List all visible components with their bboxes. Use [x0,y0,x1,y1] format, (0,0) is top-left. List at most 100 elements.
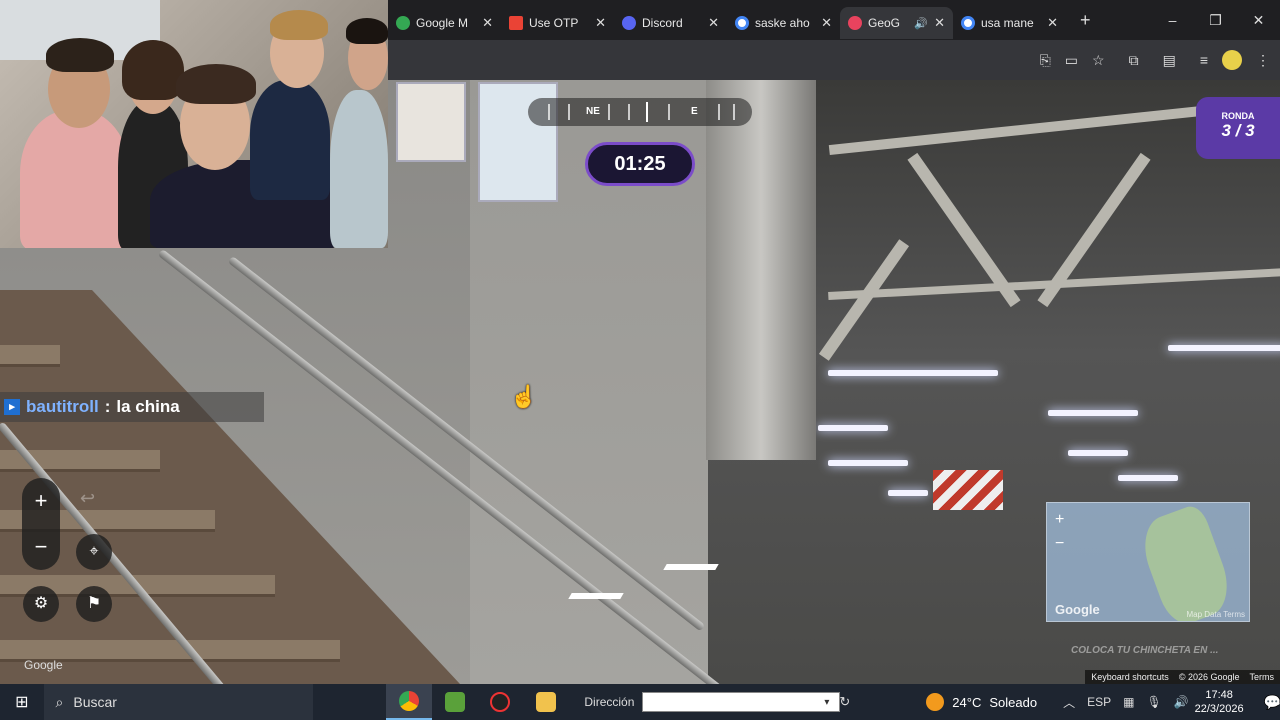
hand-cursor-icon: ☝ [510,384,538,409]
settings-gear-icon[interactable]: ⚙ [23,586,59,622]
zoom-in-button[interactable]: + [22,478,60,524]
undo-move-button[interactable]: ↩ [80,488,95,509]
media-controls-icon[interactable]: ≡ [1200,52,1208,68]
refresh-icon[interactable]: ↻ [839,694,850,710]
weather-condition: Soleado [989,694,1038,710]
taskbar-search[interactable]: ⌕ Buscar [43,684,313,720]
minimize-button[interactable]: – [1151,0,1194,40]
maximize-button[interactable]: ❐ [1194,0,1237,40]
webcam-overlay [0,0,388,248]
file-explorer-icon[interactable] [523,684,569,720]
close-icon[interactable]: ✕ [482,15,493,31]
close-icon[interactable]: ✕ [821,15,832,31]
twitch-badge-icon: ▸ [4,399,20,415]
tab-title: Discord [642,16,683,30]
round-indicator: RONDA 3 / 3 [1196,97,1280,159]
address-label: Dirección [584,695,635,709]
round-timer: 01:25 [585,142,695,186]
windows-taskbar: ⊞ ⌕ Buscar Dirección ▾ ↻ 24°C Soleado ︿ … [0,684,1280,720]
map-attribution: Keyboard shortcuts © 2026 Google Terms [1085,670,1280,684]
tab-google-maps[interactable]: Google M ✕ [388,7,501,39]
google-icon [961,16,975,30]
system-tray: ︿ ESP ▦ 🎙 🔊 [1063,694,1189,711]
tab-title: GeoG [868,16,901,30]
tab-geoguessr[interactable]: GeoG 🔊 ✕ [840,7,953,39]
tab-title: Use OTP [529,16,579,30]
compass: NE E [528,98,752,126]
tab-title: saske aho [755,16,810,30]
close-icon[interactable]: ✕ [595,15,606,31]
weather-widget[interactable]: 24°C Soleado [926,693,1037,711]
weather-temp: 24°C [952,694,982,710]
chevron-up-icon[interactable]: ︿ [1063,694,1075,711]
window-controls: – ❐ ✕ [1151,0,1280,40]
terms-link[interactable]: Terms [1250,672,1275,682]
minimap-google-logo: Google [1055,602,1100,617]
tab-google-search-2[interactable]: usa mane ✕ [953,7,1066,39]
tab-discord[interactable]: Discord ✕ [614,7,727,39]
sun-icon [926,693,945,711]
window-frame [706,80,816,460]
chrome-taskbar-icon[interactable] [386,684,432,720]
cast-icon[interactable]: ▭ [1065,52,1078,69]
minecraft-taskbar-icon[interactable] [432,684,478,720]
tab-title: Google M [416,16,469,30]
minimap-zoom-out[interactable]: − [1055,535,1064,553]
round-value: 3 / 3 [1221,121,1255,140]
search-icon: ⌕ [55,693,64,710]
clock[interactable]: 17:48 22/3/2026 [1195,688,1244,716]
gmail-icon [509,16,523,30]
maps-icon [396,16,410,30]
chat-separator: : [104,397,111,416]
language-indicator[interactable]: ESP [1087,695,1111,709]
minimap-zoom-in[interactable]: + [1055,511,1064,529]
new-tab-button[interactable]: + [1066,10,1105,31]
chat-username: bautitroll [26,397,99,416]
browser-toolbar: ⎘ ▭ ☆ ⧉ ▤ ≡ ⋮ [388,40,1280,80]
close-icon[interactable]: ✕ [1047,15,1058,31]
copyright-text: © 2026 Google [1178,672,1240,682]
tab-title: usa mane [981,16,1034,30]
google-icon [735,16,749,30]
compass-label-ne: NE [586,106,600,117]
tab-google-search-1[interactable]: saske aho ✕ [727,7,840,39]
keyboard-shortcuts-link[interactable]: Keyboard shortcuts [1091,672,1169,682]
guess-minimap[interactable]: + − Google Map Data Terms [1046,502,1250,622]
app-taskbar-icon[interactable] [477,684,523,720]
network-icon[interactable]: ▦ [1123,695,1134,709]
menu-icon[interactable]: ⋮ [1256,52,1270,69]
flag-icon[interactable]: ⚑ [76,586,112,622]
return-to-start-icon[interactable]: ⌖ [76,534,112,570]
clock-time: 17:48 [1205,689,1233,701]
tab-gmail[interactable]: Use OTP ✕ [501,7,614,39]
speaker-icon[interactable]: 🔊 [914,17,928,30]
translate-icon[interactable]: ⎘ [1040,52,1051,69]
windows-start-icon[interactable]: ⊞ [0,692,44,712]
close-window-button[interactable]: ✕ [1237,0,1280,40]
extensions-icon[interactable]: ⧉ [1129,52,1139,69]
close-icon[interactable]: ✕ [934,15,945,31]
chevron-down-icon[interactable]: ▾ [824,697,829,708]
search-placeholder: Buscar [73,694,117,710]
nav-arrow-forward[interactable] [663,564,719,570]
close-icon[interactable]: ✕ [708,15,719,31]
poster-left [396,82,466,162]
chat-message: ▸ bautitroll : la china [0,392,264,422]
geoguessr-icon [848,16,862,30]
minimap-attribution: Map Data Terms [1186,610,1245,619]
microphone-icon[interactable]: 🎙 [1146,695,1161,709]
address-input[interactable] [642,692,841,712]
volume-icon[interactable]: 🔊 [1174,695,1189,709]
task-view-button[interactable] [341,684,387,720]
reading-mode-icon[interactable]: ▤ [1163,52,1176,69]
clock-date: 22/3/2026 [1194,703,1244,715]
bookmark-star-icon[interactable]: ☆ [1092,52,1105,69]
round-label: RONDA [1221,111,1255,121]
nav-arrow-back[interactable] [568,593,624,599]
profile-avatar[interactable] [1222,50,1242,70]
chat-text: la china [116,397,180,416]
zoom-out-button[interactable]: − [22,524,60,570]
compass-label-e: E [691,106,698,117]
map-landmass [1134,503,1238,621]
browser-tab-bar: Google M ✕ Use OTP ✕ Discord ✕ saske aho… [388,0,1280,40]
